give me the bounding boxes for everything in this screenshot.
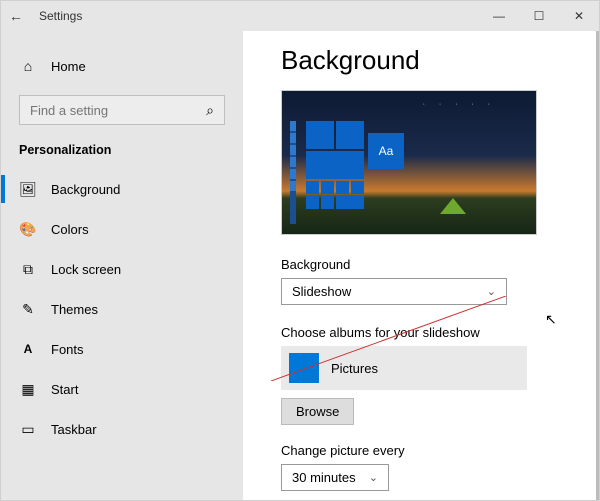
back-button[interactable]: ←: [1, 8, 31, 24]
album-item[interactable]: Pictures: [281, 346, 527, 390]
window-title: Settings: [31, 9, 82, 23]
sidebar-item-taskbar[interactable]: ▭ Taskbar: [1, 409, 243, 449]
background-label: Background: [281, 257, 569, 272]
sidebar-item-colors[interactable]: 🎨 Colors: [1, 209, 243, 249]
close-button[interactable]: ✕: [559, 9, 599, 23]
palette-icon: 🎨: [19, 220, 37, 238]
preview-start-tiles: Aa: [306, 121, 414, 211]
background-value: Slideshow: [292, 284, 351, 299]
album-label: Choose albums for your slideshow: [281, 325, 569, 340]
titlebar: ← Settings — ☐ ✕: [1, 1, 599, 31]
home-icon: ⌂: [19, 57, 37, 75]
preview-taskbar: [290, 121, 296, 224]
category-label: Personalization: [1, 139, 243, 169]
background-dropdown[interactable]: Slideshow ⌄: [281, 278, 507, 305]
lock-screen-icon: ⧉: [19, 260, 37, 278]
settings-window: ← Settings — ☐ ✕ ⌂ Home ⌕ Personalizatio…: [0, 0, 600, 501]
sidebar-item-label: Lock screen: [51, 262, 121, 277]
minimize-button[interactable]: —: [479, 9, 519, 23]
sidebar-item-label: Colors: [51, 222, 89, 237]
sidebar-item-start[interactable]: ▦ Start: [1, 369, 243, 409]
themes-icon: ✎: [19, 300, 37, 318]
browse-label: Browse: [296, 404, 339, 419]
chevron-down-icon: ⌄: [487, 285, 496, 298]
change-picture-label: Change picture every: [281, 443, 569, 458]
sidebar-item-lock-screen[interactable]: ⧉ Lock screen: [1, 249, 243, 289]
search-icon: ⌕: [206, 101, 214, 119]
sidebar-item-themes[interactable]: ✎ Themes: [1, 289, 243, 329]
fonts-icon: A: [19, 340, 37, 358]
album-thumbnail: [289, 353, 319, 383]
sidebar-item-label: Fonts: [51, 342, 84, 357]
scrollbar[interactable]: [596, 31, 599, 500]
preview-tent: [440, 198, 466, 214]
background-preview: · · · · · Aa: [281, 90, 537, 235]
content-pane: Background · · · · · Aa Background Slide…: [243, 31, 599, 500]
page-title: Background: [281, 45, 569, 76]
maximize-button[interactable]: ☐: [519, 9, 559, 23]
taskbar-icon: ▭: [19, 420, 37, 438]
sidebar-item-background[interactable]: 🖼 Background: [1, 169, 243, 209]
home-label: Home: [51, 59, 86, 74]
change-picture-dropdown[interactable]: 30 minutes ⌄: [281, 464, 389, 491]
start-icon: ▦: [19, 380, 37, 398]
search-box[interactable]: ⌕: [19, 95, 225, 125]
browse-button[interactable]: Browse: [281, 398, 354, 425]
chevron-down-icon: ⌄: [369, 471, 378, 484]
stars-decor: · · · · ·: [423, 101, 496, 108]
picture-icon: 🖼: [19, 180, 37, 198]
sidebar-item-label: Background: [51, 182, 120, 197]
sidebar-item-label: Start: [51, 382, 78, 397]
sidebar: ⌂ Home ⌕ Personalization 🖼 Background 🎨 …: [1, 31, 243, 500]
album-name: Pictures: [331, 361, 378, 376]
change-picture-value: 30 minutes: [292, 470, 356, 485]
preview-aa-tile: Aa: [368, 133, 404, 169]
sidebar-item-label: Taskbar: [51, 422, 97, 437]
sidebar-item-fonts[interactable]: A Fonts: [1, 329, 243, 369]
sidebar-item-label: Themes: [51, 302, 98, 317]
home-nav[interactable]: ⌂ Home: [1, 49, 243, 83]
search-input[interactable]: [30, 103, 206, 118]
